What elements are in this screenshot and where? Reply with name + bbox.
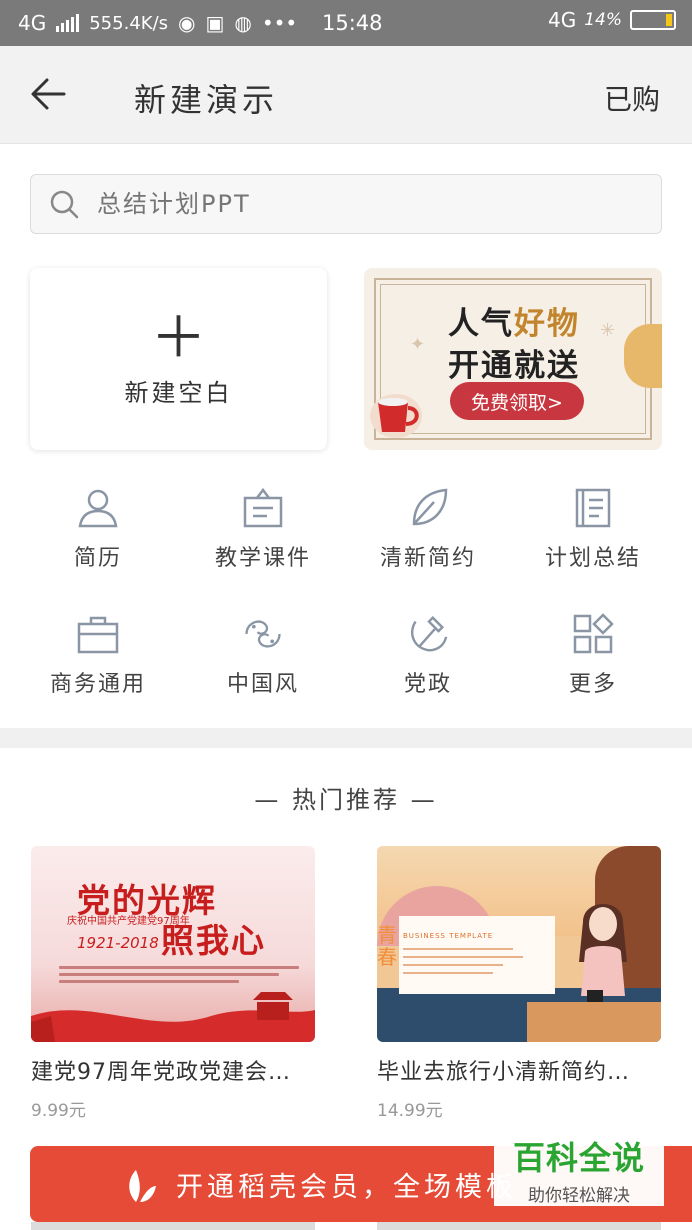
battery-icon <box>630 10 676 30</box>
banner-headline-1: 人气好物 <box>448 306 580 342</box>
category-party-gov[interactable]: 党政 <box>348 612 508 698</box>
girl-illustration <box>579 904 627 1002</box>
network-indicator: 4G <box>18 11 47 35</box>
category-fresh-simple[interactable]: 清新简约 <box>348 486 508 572</box>
back-arrow-icon <box>31 78 66 110</box>
sparkle-icon: ✦ <box>410 334 426 355</box>
back-button[interactable] <box>28 74 68 114</box>
purchased-button[interactable]: 已购 <box>604 78 660 118</box>
template-card[interactable]: 党的光辉 庆祝中国共产党建党97周年 1921-2018 照我心 建党97周年党… <box>31 846 315 1121</box>
category-plan-summary[interactable]: 计划总结 <box>513 486 673 572</box>
search-icon <box>50 190 79 219</box>
banner-headline-2: 开通就送 <box>448 348 580 384</box>
battery-percent: 14% <box>584 10 622 30</box>
hammer-sickle-icon <box>406 612 450 656</box>
thumb-text-board: BUSINESS TEMPLATE <box>399 916 555 994</box>
watermark-logo: 百科全说 助你轻松解决 <box>494 1132 664 1206</box>
category-label: 党政 <box>403 672 452 697</box>
clock: 15:48 <box>322 11 383 35</box>
temple-wave-image <box>31 992 315 1042</box>
more-notifications-icon: ••• <box>261 11 298 35</box>
thumb-years: 1921-2018 <box>77 934 159 952</box>
network-speed: 555.4K/s <box>89 12 169 34</box>
weibo-icon: ◍ <box>234 11 252 35</box>
category-label: 计划总结 <box>544 546 641 571</box>
app-bar: 新建演示 已购 <box>0 46 692 144</box>
category-more[interactable]: 更多 <box>513 612 673 698</box>
new-blank-button[interactable]: ＋ 新建空白 <box>30 268 327 450</box>
section-divider <box>0 728 692 748</box>
gallery-notification-icon: ▣ <box>205 11 225 35</box>
search-input[interactable] <box>97 190 617 218</box>
template-price: 14.99元 <box>377 1101 443 1121</box>
free-claim-button[interactable]: 免费领取> <box>450 382 584 420</box>
next-card-peek <box>377 1222 661 1230</box>
signal-icon <box>56 14 80 32</box>
sparkle-icon: ✳ <box>600 320 616 341</box>
template-name[interactable]: 毕业去旅行小清新简约… <box>377 1054 661 1086</box>
page-title: 新建演示 <box>134 81 279 119</box>
promo-banner[interactable]: ✦ ✳ 人气好物 开通就送 免费领取> <box>364 268 662 450</box>
thumb-vertical-text: 青春 <box>377 923 397 969</box>
category-courseware[interactable]: 教学课件 <box>183 486 343 572</box>
notebook-icon <box>571 486 615 530</box>
hot-recommend-title: — 热门推荐 — <box>254 786 438 814</box>
docer-leaf-icon <box>129 1170 156 1202</box>
member-upsell-text: 开通稻壳会员，全场模板 <box>176 1171 517 1203</box>
new-blank-label: 新建空白 <box>124 378 233 407</box>
network-indicator-right: 4G <box>547 8 577 32</box>
briefcase-icon <box>76 612 120 656</box>
category-label: 商务通用 <box>49 672 146 697</box>
leaf-icon <box>406 486 450 530</box>
bread-image <box>624 324 662 388</box>
person-icon <box>76 486 120 530</box>
thumb-title-2: 照我心 <box>161 921 266 960</box>
template-price: 9.99元 <box>31 1101 86 1121</box>
app-notification-icon: ◉ <box>178 11 196 35</box>
category-label: 简历 <box>73 546 122 571</box>
category-resume[interactable]: 简历 <box>18 486 178 572</box>
category-label: 更多 <box>568 672 617 697</box>
plus-icon: ＋ <box>150 305 207 371</box>
thumb-paragraph <box>59 966 299 988</box>
template-thumbnail[interactable]: 党的光辉 庆祝中国共产党建党97周年 1921-2018 照我心 <box>31 846 315 1042</box>
template-thumbnail[interactable]: BUSINESS TEMPLATE 青春 <box>377 846 661 1042</box>
category-chinese-style[interactable]: 中国风 <box>183 612 343 698</box>
template-card[interactable]: BUSINESS TEMPLATE 青春 毕业去旅行小清新简约… 14.99元 <box>377 846 661 1121</box>
next-card-peek <box>31 1222 315 1230</box>
cup-icon <box>370 394 422 438</box>
fish-icon <box>241 612 285 656</box>
category-label: 中国风 <box>226 672 299 697</box>
easel-icon <box>241 486 285 530</box>
template-name[interactable]: 建党97周年党政党建会… <box>31 1054 315 1086</box>
grid-icon <box>571 612 615 656</box>
category-business[interactable]: 商务通用 <box>18 612 178 698</box>
search-bar[interactable] <box>30 174 662 234</box>
category-label: 清新简约 <box>379 546 476 571</box>
status-bar: 4G 555.4K/s ◉ ▣ ◍ ••• 15:48 4G 14% <box>0 0 692 46</box>
category-label: 教学课件 <box>214 546 311 571</box>
